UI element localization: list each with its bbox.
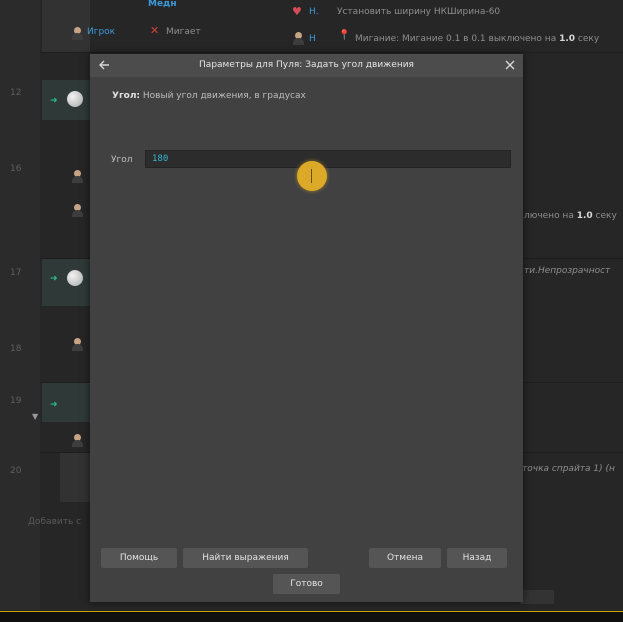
status-bar <box>0 612 623 622</box>
angle-input[interactable] <box>145 150 511 168</box>
add-event-link[interactable]: Добавить с <box>28 517 81 527</box>
dialog-title: Параметры для Пуля: Задать угол движения <box>199 60 414 70</box>
angle-label: Угол <box>111 155 133 165</box>
bullet-ball-icon <box>67 91 83 107</box>
collapse-arrow-icon[interactable]: ▼ <box>32 412 38 421</box>
line-number: 16 <box>10 164 22 174</box>
description-label: Угол: <box>112 91 141 101</box>
object-link[interactable]: Н <box>309 34 316 44</box>
action-text: точка спрайта 1) (н <box>522 464 615 474</box>
player-icon <box>72 204 83 217</box>
back-button[interactable]: Назад <box>447 548 507 568</box>
action-text: ти.Непрозрачност <box>524 266 611 276</box>
action-object-link[interactable]: Игрок <box>87 27 115 37</box>
cancel-button[interactable]: Отмена <box>369 548 441 568</box>
red-x-icon: ✕ <box>150 24 160 37</box>
bullet-ball-icon <box>67 270 83 286</box>
heart-icon: ♥ <box>292 5 302 18</box>
find-expression-button[interactable]: Найти выражения <box>183 548 308 568</box>
line-number: 18 <box>10 344 22 354</box>
action-text: Мигает <box>166 27 201 37</box>
dialog-titlebar: Параметры для Пуля: Задать угол движения <box>90 54 523 77</box>
player-icon <box>72 27 83 40</box>
player-icon <box>72 338 83 351</box>
help-button[interactable]: Помощь <box>101 548 177 568</box>
parameters-dialog: Параметры для Пуля: Задать угол движения… <box>90 54 523 602</box>
action-text: Установить ширину НКШирина-60 <box>337 7 501 17</box>
condition-block[interactable] <box>60 452 90 502</box>
close-icon[interactable] <box>502 57 518 73</box>
action-text-row: лючено на 1.0 секу <box>524 211 617 221</box>
done-button[interactable]: Готово <box>273 574 340 594</box>
line-number: 12 <box>10 88 22 98</box>
pin-icon: 📍 <box>338 30 351 41</box>
line-number: 19 <box>10 396 22 406</box>
parameter-description: Угол: Новый угол движения, в градусах <box>112 91 306 101</box>
mouse-cursor-highlight <box>297 161 327 191</box>
description-text: Новый угол движения, в градусах <box>142 91 306 101</box>
scrollbar-thumb[interactable] <box>520 590 554 604</box>
player-icon <box>293 32 304 45</box>
condition-block[interactable] <box>42 0 90 52</box>
line-number: 20 <box>10 466 22 476</box>
object-link[interactable]: Н. <box>309 7 319 17</box>
arrow-icon: ➜ <box>50 96 58 106</box>
player-icon <box>72 434 83 447</box>
line-number: 17 <box>10 268 22 278</box>
arrow-icon: ➜ <box>50 400 58 410</box>
action-text-row: Мигание: Мигание 0.1 в 0.1 выключено на … <box>355 34 600 44</box>
arrow-icon: ➜ <box>50 274 58 284</box>
header-text-partial: Медн <box>148 0 177 9</box>
player-icon <box>72 170 83 183</box>
